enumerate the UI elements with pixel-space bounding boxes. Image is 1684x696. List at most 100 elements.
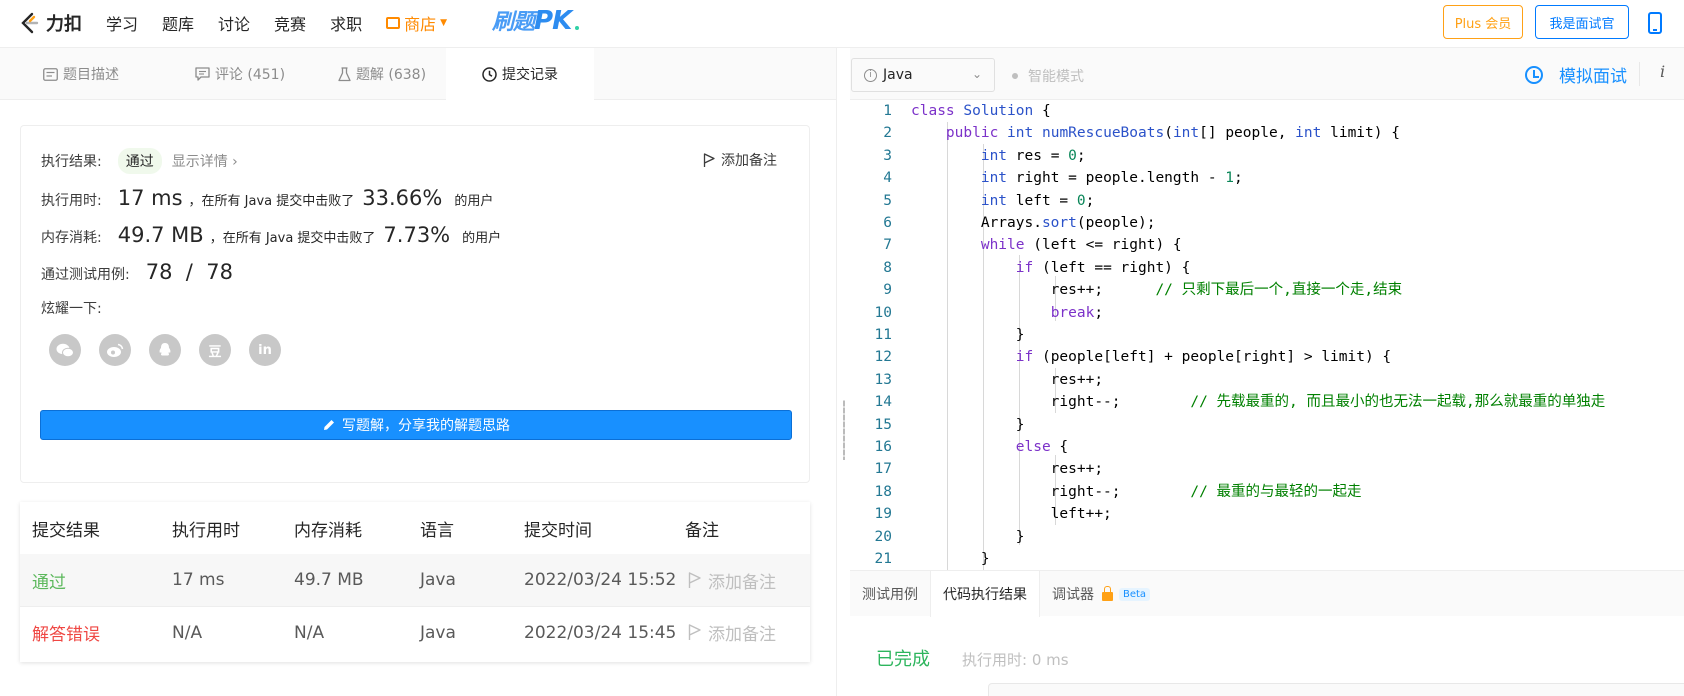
mock-interview-button[interactable]: 模拟面试 (1525, 62, 1627, 87)
testcases-label: 通过测试用例: (41, 267, 130, 283)
editor-info-icon[interactable]: i (1660, 62, 1665, 81)
tab-run-result[interactable]: 代码执行结果 (930, 571, 1040, 617)
code-text: Arrays.sort(people); (911, 215, 1156, 231)
testcases-row: 通过测试用例: 78 / 78 (41, 260, 233, 284)
row-note-label: 添加备注 (708, 572, 776, 593)
mobile-app-icon[interactable] (1648, 12, 1662, 34)
nav-problems[interactable]: 题库 (162, 11, 194, 35)
memory-label: 内存消耗: (41, 230, 102, 246)
line-number: 7 (883, 237, 892, 254)
line-number: 3 (883, 147, 892, 164)
tab-testcase[interactable]: 测试用例 (850, 571, 930, 617)
interviewer-button[interactable]: 我是面试官 (1535, 5, 1629, 39)
tab-solutions[interactable]: 题解 (638) (318, 48, 446, 100)
code-line: 13 res++; (850, 369, 1684, 391)
wechat-icon[interactable] (49, 334, 81, 366)
line-number: 17 (874, 461, 892, 478)
problem-tabs: 题目描述 评论 (451) 题解 (638) 提交记录 (0, 48, 836, 100)
code-text: res++; (911, 371, 1104, 388)
code-line: 5 int left = 0; (850, 190, 1684, 212)
logo-text: 力扣 (46, 14, 82, 35)
pencil-icon (324, 420, 334, 430)
nav-discuss[interactable]: 讨论 (218, 11, 250, 35)
smart-mode-label: 智能模式 (1028, 69, 1084, 85)
submissions-table: 提交结果 执行用时 内存消耗 语言 提交时间 备注 通过 17 ms 49.7 … (20, 502, 810, 662)
row-status[interactable]: 解答错误 (32, 620, 100, 645)
nav-learn[interactable]: 学习 (106, 11, 138, 35)
add-note-button[interactable]: 添加备注 (703, 150, 777, 170)
code-text: if (left == right) { (1015, 259, 1191, 276)
description-icon (43, 67, 58, 81)
row-status[interactable]: 通过 (32, 568, 66, 593)
nav-store[interactable]: 商店 ▼ (386, 11, 447, 35)
code-text: while (left <= right) { (980, 237, 1182, 254)
row-submit-time: 2022/03/24 15:45 (524, 622, 677, 643)
qq-icon[interactable] (149, 334, 181, 366)
line-number: 4 (883, 170, 892, 187)
table-row[interactable]: 通过 17 ms 49.7 MB Java 2022/03/24 15:52 添… (20, 554, 810, 606)
line-number: 12 (874, 349, 892, 366)
row-memory: N/A (294, 622, 325, 643)
line-number: 2 (883, 125, 892, 142)
tab-description-label: 题目描述 (63, 67, 119, 83)
panel-splitter[interactable] (836, 48, 850, 696)
linkedin-icon[interactable]: in (249, 334, 281, 366)
table-row[interactable]: 解答错误 N/A N/A Java 2022/03/24 15:45 添加备注 (20, 606, 810, 658)
shuati-pk-banner[interactable]: 刷题PK (492, 4, 580, 36)
caret-down-icon: ▼ (440, 18, 448, 28)
code-text: class Solution { (911, 103, 1051, 119)
row-add-note-button[interactable]: 添加备注 (688, 620, 776, 645)
smart-mode-toggle[interactable]: 智能模式 (1012, 66, 1084, 86)
code-text: } (911, 528, 1025, 545)
code-line: 12 if (people[left] + people[right] > li… (850, 346, 1684, 368)
code-text: int right = people.length - 1; (980, 170, 1243, 187)
submission-result-card: 执行结果: 通过 显示详情 › 添加备注 执行用时: 17 ms ，在所有 Ja… (20, 125, 810, 483)
leetcode-logo[interactable]: 力扣 (18, 8, 82, 38)
lock-icon (1102, 585, 1113, 601)
header-status: 提交结果 (32, 520, 100, 541)
code-line: 3 int res = 0; (850, 145, 1684, 167)
line-number: 21 (874, 551, 892, 567)
left-panel: 题目描述 评论 (451) 题解 (638) 提交记录 执行结果: 通过 显示详… (0, 48, 836, 696)
editor-panel: i Java ⌄ 智能模式 模拟面试 i 1 class Solution { 2… (850, 48, 1684, 696)
nav-jobs[interactable]: 求职 (330, 11, 362, 35)
language-select[interactable]: i Java ⌄ (851, 58, 995, 92)
line-number: 1 (883, 103, 892, 119)
nav-contest[interactable]: 竞赛 (274, 11, 306, 35)
code-text: left++; (911, 506, 1112, 523)
tab-debugger[interactable]: 调试器 Beta (1040, 571, 1162, 617)
runtime-label: 执行用时: (41, 193, 102, 209)
row-language: Java (420, 622, 456, 643)
line-number: 15 (874, 416, 892, 433)
toolbar-divider (1639, 62, 1640, 86)
code-line: 11 } (850, 324, 1684, 346)
row-add-note-button[interactable]: 添加备注 (688, 568, 776, 593)
testcases-value: 78 / 78 (145, 260, 233, 284)
code-editor[interactable]: 1 class Solution { 2 public int numRescue… (850, 100, 1684, 570)
runtime-row: 执行用时: 17 ms ，在所有 Java 提交中击败了 33.66% 的用户 (41, 186, 493, 210)
status-badge: 通过 (117, 148, 162, 174)
line-number: 6 (883, 215, 892, 231)
show-details-link[interactable]: 显示详情 › (172, 151, 238, 171)
drag-handle-icon[interactable] (843, 400, 845, 460)
douban-icon[interactable]: 豆 (199, 334, 231, 366)
run-status: 已完成 (876, 649, 930, 670)
beta-badge: Beta (1119, 587, 1151, 601)
tab-comments[interactable]: 评论 (451) (162, 48, 318, 100)
memory-percentile: 7.73% (383, 223, 451, 247)
weibo-icon[interactable] (99, 334, 131, 366)
code-text: } (911, 551, 990, 567)
tab-description[interactable]: 题目描述 (0, 48, 162, 100)
tab-submissions[interactable]: 提交记录 (446, 48, 594, 100)
alarm-clock-icon (1525, 65, 1543, 84)
header-submit-time: 提交时间 (524, 520, 592, 541)
plus-member-button[interactable]: Plus 会员 (1443, 5, 1523, 39)
clock-icon (482, 66, 497, 82)
code-line: 21 } (850, 548, 1684, 570)
code-line: 10 break; (850, 302, 1684, 324)
debugger-label: 调试器 (1052, 587, 1094, 603)
info-icon: i (864, 68, 877, 82)
line-number: 19 (874, 506, 892, 523)
line-number: 5 (883, 192, 892, 209)
write-solution-button[interactable]: 写题解，分享我的解题思路 (40, 410, 792, 440)
